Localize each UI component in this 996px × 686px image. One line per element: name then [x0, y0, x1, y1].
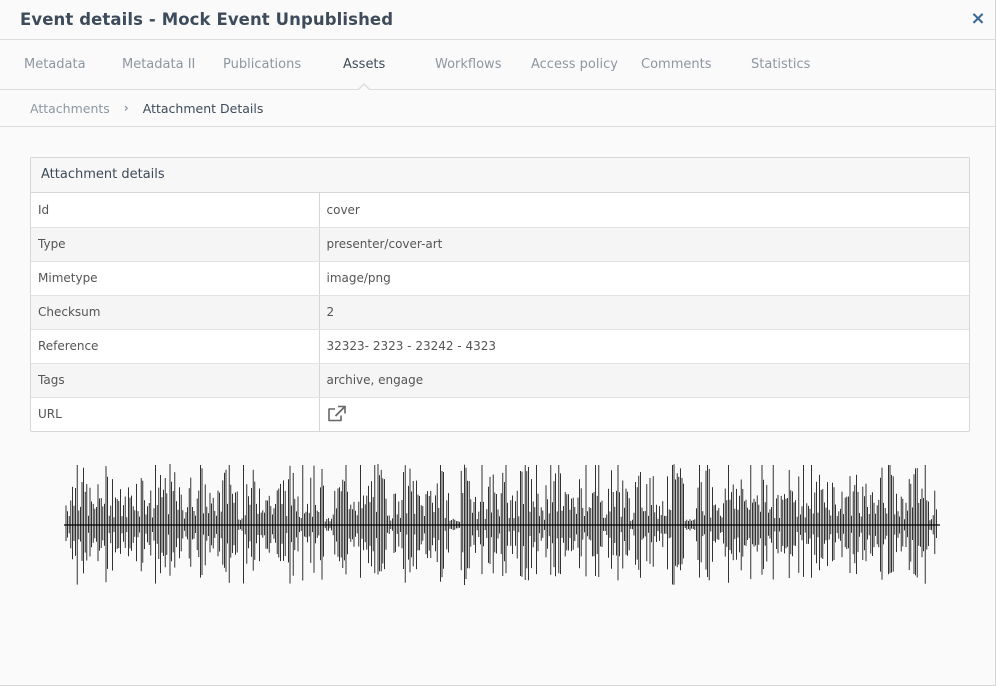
row-value: presenter/cover-art — [319, 227, 969, 262]
row-value: 32323- 2323 - 23242 - 4323 — [319, 329, 969, 364]
attachment-details-panel: Attachment details Id cover Type present… — [30, 157, 970, 432]
row-value: archive, engage — [319, 363, 969, 398]
chevron-right-icon: › — [123, 101, 129, 115]
tab-workflows[interactable]: Workflows — [435, 40, 501, 89]
table-row: Id cover — [31, 193, 969, 228]
row-value: 2 — [319, 295, 969, 330]
attachment-details-table: Id cover Type presenter/cover-art Mimety… — [31, 193, 969, 431]
tab-assets[interactable]: Assets — [343, 40, 385, 91]
row-key: Mimetype — [31, 261, 320, 296]
tab-statistics[interactable]: Statistics — [751, 40, 810, 89]
modal-header: Event details - Mock Event Unpublished × — [0, 0, 995, 40]
table-row: URL — [31, 397, 969, 431]
row-key: Reference — [31, 329, 320, 364]
tab-metadata[interactable]: Metadata — [24, 40, 86, 89]
modal-title: Event details - Mock Event Unpublished — [20, 10, 394, 29]
row-key: Tags — [31, 363, 320, 398]
breadcrumb-current: Attachment Details — [142, 100, 264, 116]
row-value: image/png — [319, 261, 969, 296]
table-row: Checksum 2 — [31, 295, 969, 330]
panel-title: Attachment details — [31, 158, 969, 193]
breadcrumb: Attachments › Attachment Details — [0, 90, 995, 127]
row-key: Id — [31, 193, 320, 228]
row-value: cover — [319, 193, 969, 228]
audio-waveform-image — [64, 464, 940, 585]
row-key: Checksum — [31, 295, 320, 330]
row-value — [319, 397, 969, 431]
external-link-icon[interactable] — [327, 405, 347, 423]
tab-bar: Metadata Metadata II Publications Assets… — [0, 40, 995, 91]
tab-publications[interactable]: Publications — [223, 40, 301, 89]
row-key: URL — [31, 397, 320, 431]
table-row: Mimetype image/png — [31, 261, 969, 296]
tab-metadata-ii[interactable]: Metadata II — [122, 40, 195, 89]
row-key: Type — [31, 227, 320, 262]
table-row: Type presenter/cover-art — [31, 227, 969, 262]
breadcrumb-attachments-link[interactable]: Attachments — [30, 101, 110, 116]
event-details-modal: Event details - Mock Event Unpublished ×… — [0, 0, 996, 686]
tab-access-policy[interactable]: Access policy — [531, 40, 618, 89]
close-icon[interactable]: × — [970, 9, 986, 29]
table-row: Tags archive, engage — [31, 363, 969, 398]
table-row: Reference 32323- 2323 - 23242 - 4323 — [31, 329, 969, 364]
tab-comments[interactable]: Comments — [641, 40, 711, 89]
